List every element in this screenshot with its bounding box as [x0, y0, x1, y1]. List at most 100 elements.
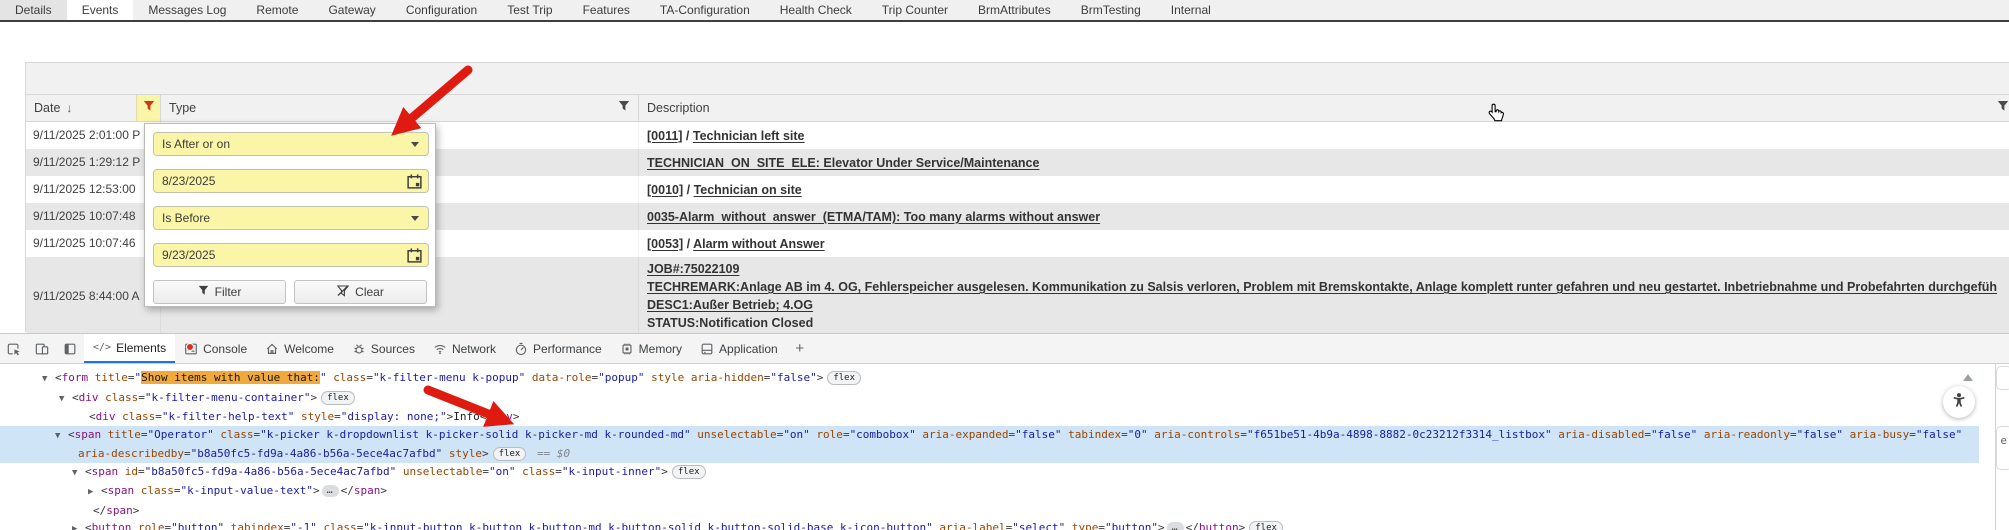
column-header-type[interactable]: Type: [161, 95, 639, 121]
funnel-clear-icon: [337, 285, 349, 300]
description-line: TECHREMARK:Anlage AB im 4. OG, Fehlerspe…: [647, 278, 2009, 296]
code-token: "button": [1105, 521, 1158, 530]
devtools-tab-sources[interactable]: Sources: [343, 334, 424, 363]
tab-ta-configuration[interactable]: TA-Configuration: [645, 0, 765, 20]
scrollbar-up-arrow[interactable]: [1963, 374, 1973, 381]
filter-operator-2-value: Is Before: [162, 211, 210, 225]
expand-arrow-open-icon[interactable]: ▼: [42, 371, 55, 389]
more-tabs-button[interactable]: +: [787, 334, 813, 363]
filter-help-text-line[interactable]: <div class="k-filter-help-text" style="d…: [0, 408, 1979, 426]
ellipsis-expand-chip[interactable]: …: [322, 485, 339, 497]
code-token: aria-readonly: [1704, 428, 1790, 441]
tab-features[interactable]: Features: [568, 0, 645, 20]
input-value-text-line[interactable]: ▶<span class="k-input-value-text">…</spa…: [0, 482, 1979, 502]
type-filter-button[interactable]: [612, 95, 636, 121]
devtools-tab-label: Performance: [533, 342, 602, 356]
description-link[interactable]: DESC1:Außer Betrieb; 4.OG: [647, 298, 813, 312]
description-link[interactable]: 0035-Alarm without answer (ETMA/TAM): To…: [647, 210, 1100, 224]
picker-span-selected-line-1[interactable]: ▼<span title="Operator" class="k-picker …: [0, 426, 1979, 446]
filter-clear-button[interactable]: Clear: [294, 280, 427, 304]
tab-brmattributes[interactable]: BrmAttributes: [963, 0, 1066, 20]
code-token: =: [1644, 428, 1651, 441]
expand-arrow-open-icon[interactable]: ▼: [72, 465, 85, 483]
filter-apply-button[interactable]: Filter: [153, 280, 286, 304]
dock-panel-icon[interactable]: [56, 334, 84, 363]
calendar-icon[interactable]: [406, 247, 423, 264]
flex-badge[interactable]: flex: [1249, 521, 1283, 530]
expand-arrow-collapsed-icon[interactable]: ▶: [72, 521, 85, 530]
date-filter-button[interactable]: [136, 95, 160, 121]
filter-menu-container-line[interactable]: ▼<div class="k-filter-menu-container">fl…: [0, 389, 1979, 409]
tab-brmtesting[interactable]: BrmTesting: [1066, 0, 1156, 20]
tab-gateway[interactable]: Gateway: [313, 0, 390, 20]
flex-badge[interactable]: flex: [493, 447, 527, 461]
tab-test-trip[interactable]: Test Trip: [492, 0, 567, 20]
devtools-tab-memory[interactable]: Memory: [611, 334, 691, 363]
filter-operator-1-dropdown[interactable]: Is After or on: [153, 132, 429, 156]
devtools-toolbar: </>ElementsConsoleWelcomeSourcesNetwork P…: [0, 334, 2009, 364]
description-filter-button[interactable]: [1991, 95, 2009, 121]
code-token: "f651be51-4b9a-4898-8882-0c23212f3314_li…: [1247, 428, 1552, 441]
ellipsis-expand-chip[interactable]: …: [1167, 522, 1184, 530]
description-link[interactable]: Alarm without Answer: [693, 237, 825, 251]
devtools-tab-performance[interactable]: Performance: [505, 334, 611, 363]
code-token: unselectable: [403, 465, 482, 478]
expand-arrow-open-icon[interactable]: ▼: [55, 428, 68, 446]
expand-arrow-collapsed-icon[interactable]: ▶: [88, 484, 101, 502]
column-header-description[interactable]: Description: [639, 95, 2009, 121]
code-token: "combobox": [850, 428, 916, 441]
tab-configuration[interactable]: Configuration: [391, 0, 492, 20]
form-open-line[interactable]: ▼<form title="Show items with value that…: [0, 369, 1979, 389]
code-token: =: [1098, 521, 1105, 530]
description-link[interactable]: TECHNICIAN ON SITE ELE: Elevator Under S…: [647, 156, 1039, 170]
flex-badge[interactable]: flex: [672, 465, 706, 479]
tab-internal[interactable]: Internal: [1156, 0, 1226, 20]
description-link[interactable]: JOB#:75022109: [647, 262, 739, 276]
calendar-icon[interactable]: [406, 173, 423, 190]
picker-span-selected-line-2[interactable]: aria-describedby="b8a50fc5-fd9a-4a86-b56…: [0, 445, 1979, 463]
devtools-tab-welcome[interactable]: Welcome: [256, 334, 343, 363]
description-link[interactable]: [0011]: [647, 129, 682, 143]
expand-arrow-open-icon[interactable]: ▼: [59, 391, 72, 409]
tab-health-check[interactable]: Health Check: [765, 0, 867, 20]
tab-remote[interactable]: Remote: [241, 0, 313, 20]
tab-messages-log[interactable]: Messages Log: [133, 0, 241, 20]
description-link[interactable]: [0010]: [647, 183, 683, 197]
input-inner-line[interactable]: ▼<span id="b8a50fc5-fd9a-4a86-b56a-5ece4…: [0, 463, 1979, 483]
code-token: >: [817, 371, 824, 384]
span-close-line[interactable]: </span>: [0, 502, 1979, 520]
code-token: id: [125, 465, 138, 478]
flex-badge[interactable]: flex: [827, 371, 861, 385]
code-token: "k-filter-menu-container": [145, 391, 311, 404]
tab-trip-counter[interactable]: Trip Counter: [867, 0, 963, 20]
tab-details[interactable]: Details: [0, 0, 67, 20]
devtools-tab-elements[interactable]: </>Elements: [84, 334, 175, 363]
filter-date-2-value: 9/23/2025: [162, 248, 215, 262]
description-link[interactable]: Technician left site: [693, 129, 805, 143]
filter-operator-2-dropdown[interactable]: Is Before: [153, 206, 429, 230]
filter-apply-label: Filter: [215, 285, 242, 299]
code-token: "k-input-value-text": [181, 484, 313, 497]
description-link[interactable]: [0053]: [647, 237, 683, 251]
filter-date-2-input[interactable]: 9/23/2025: [153, 243, 429, 267]
code-token: $0: [557, 447, 570, 460]
filter-funnel-active-icon: [143, 95, 155, 121]
chevron-down-icon: [411, 216, 419, 221]
code-token: "button": [171, 521, 224, 530]
description-link[interactable]: TECHREMARK:Anlage AB im 4. OG, Fehlerspe…: [647, 280, 1997, 294]
devtools-tab-network[interactable]: Network: [424, 334, 505, 363]
description-link[interactable]: Technician on site: [694, 183, 802, 197]
accessibility-overlay-button[interactable]: [1943, 386, 1975, 418]
code-token: [118, 465, 125, 478]
devtools-tab-console[interactable]: Console: [175, 334, 256, 363]
device-toolbar-icon[interactable]: [28, 334, 56, 363]
flex-badge[interactable]: flex: [321, 391, 355, 405]
tab-events[interactable]: Events: [67, 0, 134, 20]
code-token: div: [96, 410, 116, 423]
column-header-date[interactable]: Date↓: [26, 95, 161, 121]
inspect-icon[interactable]: [0, 334, 28, 363]
button-line[interactable]: ▶<button role="button" tabindex="-1" cla…: [0, 519, 1979, 530]
devtools-tab-application[interactable]: Application: [691, 334, 787, 363]
filter-date-1-input[interactable]: 8/23/2025: [153, 169, 429, 193]
code-token: >: [1239, 521, 1246, 530]
